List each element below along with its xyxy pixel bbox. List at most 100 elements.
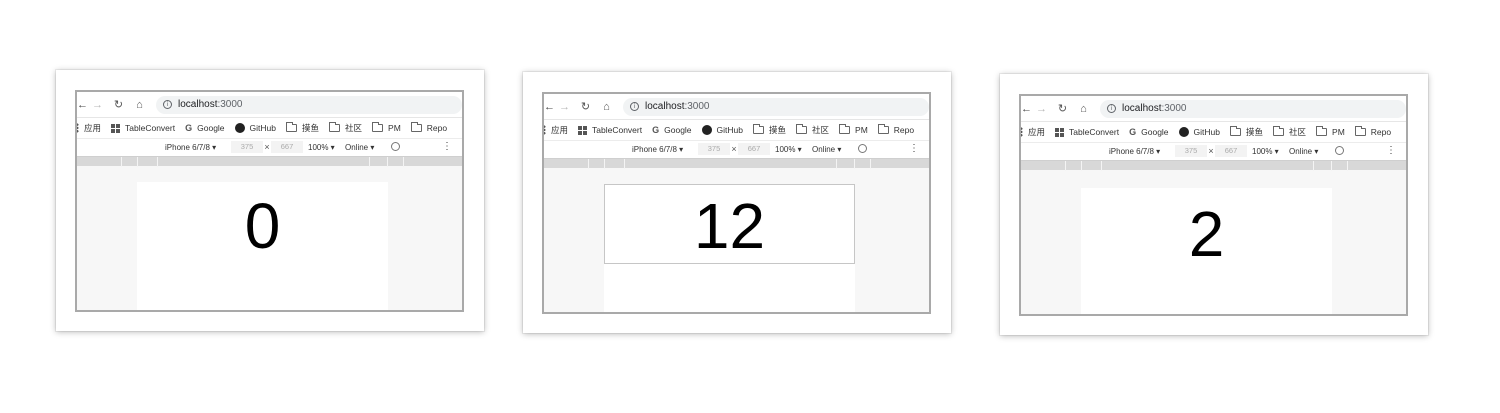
network-select[interactable]: Online ▾ <box>812 145 841 154</box>
device-select[interactable]: iPhone 6/7/8 ▾ <box>1109 147 1160 156</box>
bookmark-community[interactable]: 社区 <box>329 122 362 134</box>
bookmark-moyu[interactable]: 摸鱼 <box>1230 126 1263 138</box>
apps-dots-icon <box>77 123 79 133</box>
bookmark-github[interactable]: GitHub <box>234 123 276 133</box>
url-omnibox[interactable]: i localhost:3000 <box>156 95 462 114</box>
screenshot-card-1: ← → ↻ ⌂ i localhost:3000 应用 TableConvert… <box>56 70 484 331</box>
url-omnibox[interactable]: i localhost:3000 <box>1100 99 1406 118</box>
info-icon[interactable]: i <box>1107 104 1116 113</box>
bookmark-tableconvert[interactable]: TableConvert <box>578 125 642 135</box>
forward-arrow-icon[interactable]: → <box>87 99 108 111</box>
bookmark-community[interactable]: 社区 <box>796 124 829 136</box>
more-options-icon[interactable]: ⋮ <box>442 141 452 152</box>
device-toolbar: iPhone 6/7/8 ▾ 375 × 667 100% ▾ Online ▾… <box>77 139 462 156</box>
folder-icon <box>1354 126 1366 136</box>
counter-value: 12 <box>693 190 766 262</box>
rotate-icon[interactable] <box>391 142 400 151</box>
folder-icon <box>839 124 851 134</box>
address-bar: ← → ↻ ⌂ i localhost:3000 <box>544 94 929 120</box>
back-arrow-icon[interactable]: ← <box>544 101 555 113</box>
height-input[interactable]: 667 <box>1215 145 1247 157</box>
nav-buttons: ← → ↻ ⌂ <box>544 100 617 114</box>
info-icon[interactable]: i <box>163 100 172 109</box>
forward-arrow-icon[interactable]: → <box>554 101 575 113</box>
width-input[interactable]: 375 <box>698 143 730 155</box>
rotate-icon[interactable] <box>858 144 867 153</box>
browser-window: ← → ↻ ⌂ i localhost:3000 应用 TableConvert… <box>75 90 464 312</box>
network-select[interactable]: Online ▾ <box>345 143 374 152</box>
screenshot-card-2: ← → ↻ ⌂ i localhost:3000 应用 TableConvert… <box>523 72 951 333</box>
height-input[interactable]: 667 <box>738 143 770 155</box>
bookmark-tableconvert[interactable]: TableConvert <box>1055 127 1119 137</box>
address-bar: ← → ↻ ⌂ i localhost:3000 <box>1021 96 1406 122</box>
bookmark-github[interactable]: GitHub <box>1178 127 1220 137</box>
media-query-ruler <box>544 158 929 169</box>
zoom-select[interactable]: 100% ▾ <box>775 145 802 154</box>
bookmark-moyu[interactable]: 摸鱼 <box>753 124 786 136</box>
info-icon[interactable]: i <box>630 102 639 111</box>
forward-arrow-icon[interactable]: → <box>1031 103 1052 115</box>
bookmark-google[interactable]: G Google <box>185 123 224 133</box>
device-select[interactable]: iPhone 6/7/8 ▾ <box>632 145 683 154</box>
more-options-icon[interactable]: ⋮ <box>909 143 919 154</box>
grid-icon <box>1055 127 1065 137</box>
address-bar: ← → ↻ ⌂ i localhost:3000 <box>77 92 462 118</box>
network-select[interactable]: Online ▾ <box>1289 147 1318 156</box>
more-options-icon[interactable]: ⋮ <box>1386 145 1396 156</box>
width-input[interactable]: 375 <box>231 141 263 153</box>
folder-icon <box>877 124 889 134</box>
counter-box: 12 <box>604 184 855 264</box>
times-sign: × <box>731 144 737 154</box>
folder-icon <box>329 122 341 132</box>
bookmark-github[interactable]: GitHub <box>701 125 743 135</box>
bookmark-moyu[interactable]: 摸鱼 <box>286 122 319 134</box>
bookmark-repo[interactable]: Repo <box>410 122 447 133</box>
bookmark-repo[interactable]: Repo <box>877 124 914 135</box>
folder-icon <box>1316 126 1328 136</box>
bookmark-google[interactable]: G Google <box>652 125 691 135</box>
phone-viewport: 0 <box>137 182 388 310</box>
zoom-select[interactable]: 100% ▾ <box>308 143 335 152</box>
url-text: localhost:3000 <box>178 99 243 110</box>
screenshot-card-3: ← → ↻ ⌂ i localhost:3000 应用 TableConvert… <box>1000 74 1428 335</box>
reload-icon[interactable]: ↻ <box>108 98 129 111</box>
nav-buttons: ← → ↻ ⌂ <box>77 98 150 112</box>
bookmark-apps[interactable]: 应用 <box>544 124 568 136</box>
google-icon: G <box>1129 127 1137 137</box>
height-input[interactable]: 667 <box>271 141 303 153</box>
folder-icon <box>410 122 422 132</box>
bookmark-community[interactable]: 社区 <box>1273 126 1306 138</box>
bookmark-pm[interactable]: PM <box>839 124 868 135</box>
bookmark-pm[interactable]: PM <box>1316 126 1345 137</box>
times-sign: × <box>264 142 270 152</box>
counter-value: 2 <box>1188 198 1225 270</box>
home-icon[interactable]: ⌂ <box>1073 103 1094 115</box>
media-query-ruler <box>77 156 462 167</box>
folder-icon <box>796 124 808 134</box>
bookmark-pm[interactable]: PM <box>372 122 401 133</box>
device-toolbar: iPhone 6/7/8 ▾ 375 × 667 100% ▾ Online ▾… <box>1021 143 1406 160</box>
reload-icon[interactable]: ↻ <box>575 100 596 113</box>
bookmark-repo[interactable]: Repo <box>1354 126 1391 137</box>
back-arrow-icon[interactable]: ← <box>1021 103 1032 115</box>
home-icon[interactable]: ⌂ <box>129 99 150 111</box>
url-omnibox[interactable]: i localhost:3000 <box>623 97 929 116</box>
width-input[interactable]: 375 <box>1175 145 1207 157</box>
bookmark-apps[interactable]: 应用 <box>1021 126 1045 138</box>
github-icon <box>1178 127 1189 137</box>
bookmark-tableconvert[interactable]: TableConvert <box>111 123 175 133</box>
github-icon <box>234 123 245 133</box>
browser-window: ← → ↻ ⌂ i localhost:3000 应用 TableConvert… <box>542 92 931 314</box>
bookmark-apps[interactable]: 应用 <box>77 122 101 134</box>
back-arrow-icon[interactable]: ← <box>77 99 88 111</box>
device-select[interactable]: iPhone 6/7/8 ▾ <box>165 143 216 152</box>
home-icon[interactable]: ⌂ <box>596 101 617 113</box>
zoom-select[interactable]: 100% ▾ <box>1252 147 1279 156</box>
bookmarks-bar: 应用 TableConvert G Google GitHub 摸鱼 社区 PM … <box>77 118 462 139</box>
grid-icon <box>578 125 588 135</box>
rotate-icon[interactable] <box>1335 146 1344 155</box>
folder-icon <box>1273 126 1285 136</box>
folder-icon <box>753 124 765 134</box>
reload-icon[interactable]: ↻ <box>1052 102 1073 115</box>
bookmark-google[interactable]: G Google <box>1129 127 1168 137</box>
